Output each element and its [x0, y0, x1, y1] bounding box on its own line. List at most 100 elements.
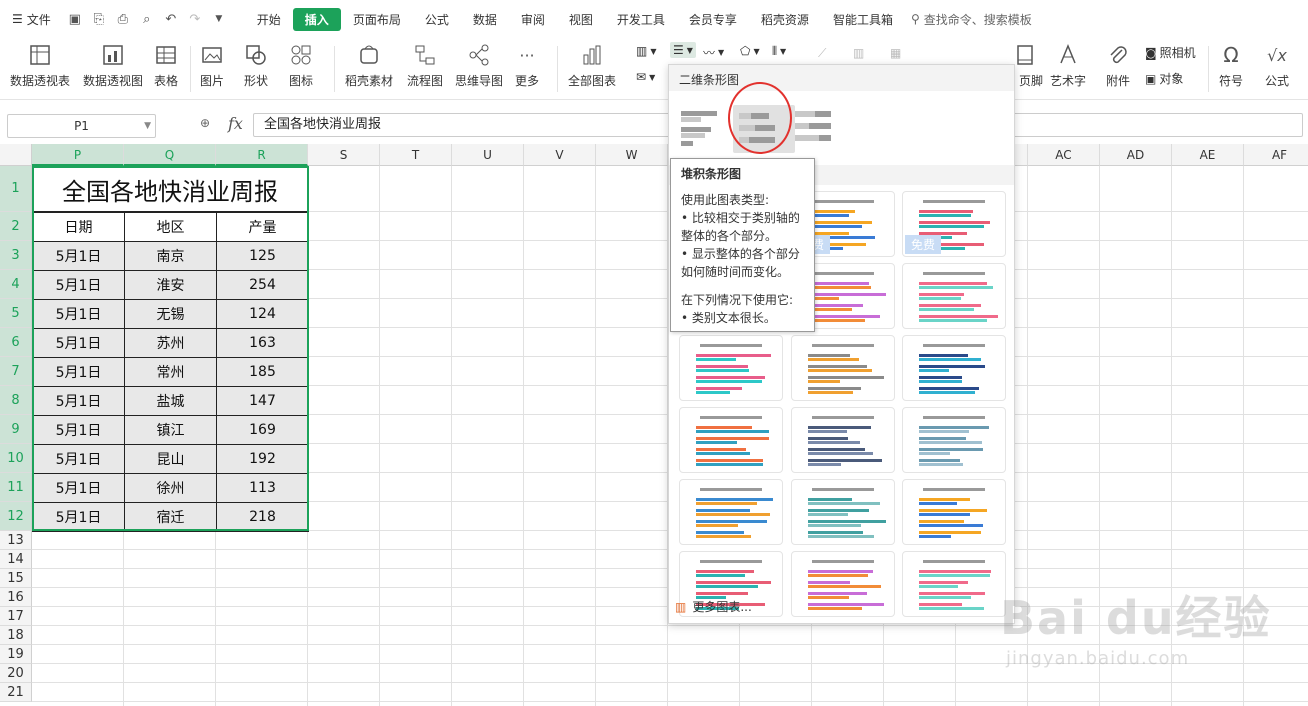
table-cell[interactable]: 5月1日	[32, 444, 125, 474]
tab-view[interactable]: 视图	[557, 8, 605, 31]
row-header[interactable]: 13	[0, 531, 32, 550]
sparkline-winloss-icon[interactable]: ▦	[890, 46, 901, 60]
chart-template[interactable]	[791, 479, 895, 545]
chart-template[interactable]	[679, 335, 783, 401]
save-icon[interactable]: ▣	[65, 9, 85, 29]
zoom-icon[interactable]: ⊕	[200, 116, 210, 130]
chart-template[interactable]	[902, 407, 1006, 473]
table-cell[interactable]: 无锡	[124, 299, 217, 329]
row-header[interactable]: 4	[0, 270, 32, 299]
tab-developer[interactable]: 开发工具	[605, 8, 677, 31]
column-header[interactable]: U	[452, 144, 524, 166]
table-cell[interactable]: 147	[216, 386, 309, 416]
table-cell[interactable]: 宿迁	[124, 502, 217, 532]
table-cell[interactable]: 5月1日	[32, 502, 125, 532]
print-preview-icon[interactable]: ⌕	[137, 9, 157, 29]
chart-template[interactable]	[902, 263, 1006, 329]
print-icon[interactable]: ⎙	[113, 9, 133, 29]
column-header[interactable]: AC	[1028, 144, 1100, 166]
table-cell[interactable]: 镇江	[124, 415, 217, 445]
row-header[interactable]: 8	[0, 386, 32, 415]
row-header[interactable]: 15	[0, 569, 32, 588]
table-cell[interactable]: 5月1日	[32, 357, 125, 387]
percent-stacked-bar-option[interactable]	[791, 105, 853, 153]
mindmap-button[interactable]: 思维导图	[455, 42, 503, 89]
icon-button[interactable]: 图标	[288, 42, 314, 89]
table-cell[interactable]: 5月1日	[32, 241, 125, 271]
column-header[interactable]: T	[380, 144, 452, 166]
export-pdf-icon[interactable]: ⎘	[89, 9, 109, 29]
header-cell[interactable]: 产量	[216, 212, 309, 242]
stacked-bar-option[interactable]	[733, 105, 795, 153]
column-header[interactable]: V	[524, 144, 596, 166]
sheet-title-cell[interactable]: 全国各地快消业周报	[32, 166, 308, 212]
name-box[interactable]: P1 ▼	[7, 114, 156, 138]
sparkline-line-icon[interactable]: ⟋	[818, 46, 826, 61]
row-header[interactable]: 20	[0, 664, 32, 683]
flowchart-button[interactable]: 流程图	[407, 42, 443, 89]
row-header[interactable]: 3	[0, 241, 32, 270]
table-cell[interactable]: 南京	[124, 241, 217, 271]
column-header[interactable]: W	[596, 144, 668, 166]
chart-template[interactable]: 免费	[902, 191, 1006, 257]
tab-review[interactable]: 审阅	[509, 8, 557, 31]
chart-template[interactable]	[902, 551, 1006, 617]
map-chart-dropdown[interactable]: ✉ ▼	[636, 70, 655, 84]
equation-button[interactable]: √x 公式	[1264, 42, 1290, 89]
table-cell[interactable]: 5月1日	[32, 415, 125, 445]
tab-home[interactable]: 开始	[245, 8, 293, 31]
tab-member[interactable]: 会员专享	[677, 8, 749, 31]
column-header[interactable]: AE	[1172, 144, 1244, 166]
table-cell[interactable]: 185	[216, 357, 309, 387]
row-header[interactable]: 1	[0, 166, 32, 212]
chart-template[interactable]	[902, 335, 1006, 401]
table-cell[interactable]: 5月1日	[32, 299, 125, 329]
worksheet-grid[interactable]: PQRSTUVWXYZAAABACADAEAF 1234567891011121…	[0, 144, 1308, 706]
row-header[interactable]: 12	[0, 502, 32, 531]
chart-template[interactable]	[679, 407, 783, 473]
more-charts-link[interactable]: ▥ 更多图表...	[675, 598, 752, 615]
tab-page-layout[interactable]: 页面布局	[341, 8, 413, 31]
file-menu[interactable]: ☰ 文件	[0, 11, 59, 28]
symbol-button[interactable]: Ω 符号	[1218, 42, 1244, 89]
column-chart-dropdown[interactable]: ▥ ▼	[636, 44, 657, 58]
row-header[interactable]: 14	[0, 550, 32, 569]
tab-smart-tools[interactable]: 智能工具箱	[821, 8, 905, 31]
column-header[interactable]: AF	[1244, 144, 1308, 166]
chart-template[interactable]	[791, 407, 895, 473]
row-header[interactable]: 2	[0, 212, 32, 241]
undo-icon[interactable]: ↶	[161, 9, 181, 29]
tab-docer[interactable]: 稻壳资源	[749, 8, 821, 31]
picture-button[interactable]: 图片	[199, 42, 225, 89]
docer-material-button[interactable]: 稻壳素材	[345, 42, 393, 89]
chart-template[interactable]	[791, 335, 895, 401]
clustered-bar-option[interactable]	[677, 105, 739, 153]
table-cell[interactable]: 苏州	[124, 328, 217, 358]
table-cell[interactable]: 218	[216, 502, 309, 532]
table-cell[interactable]: 徐州	[124, 473, 217, 503]
row-header[interactable]: 18	[0, 626, 32, 645]
chart-template[interactable]	[902, 479, 1006, 545]
pivot-chart-button[interactable]: 数据透视图	[83, 42, 143, 89]
table-cell[interactable]: 5月1日	[32, 328, 125, 358]
table-cell[interactable]: 169	[216, 415, 309, 445]
tab-data[interactable]: 数据	[461, 8, 509, 31]
column-header[interactable]: R	[216, 144, 308, 166]
table-cell[interactable]: 163	[216, 328, 309, 358]
chart-template[interactable]	[679, 479, 783, 545]
customize-dropdown-icon[interactable]: ▼	[209, 9, 229, 29]
table-cell[interactable]: 淮安	[124, 270, 217, 300]
table-cell[interactable]: 124	[216, 299, 309, 329]
table-cell[interactable]: 5月1日	[32, 386, 125, 416]
row-header[interactable]: 11	[0, 473, 32, 502]
object-button[interactable]: ▣ 对象	[1145, 70, 1183, 87]
shape-button[interactable]: 形状	[243, 42, 269, 89]
all-charts-button[interactable]: 全部图表	[568, 42, 616, 89]
pivot-table-button[interactable]: 数据透视表	[10, 42, 70, 89]
line-chart-dropdown[interactable]: 〰 ▼	[703, 44, 724, 61]
column-header[interactable]: S	[308, 144, 380, 166]
row-header[interactable]: 19	[0, 645, 32, 664]
table-cell[interactable]: 125	[216, 241, 309, 271]
table-cell[interactable]: 192	[216, 444, 309, 474]
table-button[interactable]: 表格	[153, 42, 179, 89]
